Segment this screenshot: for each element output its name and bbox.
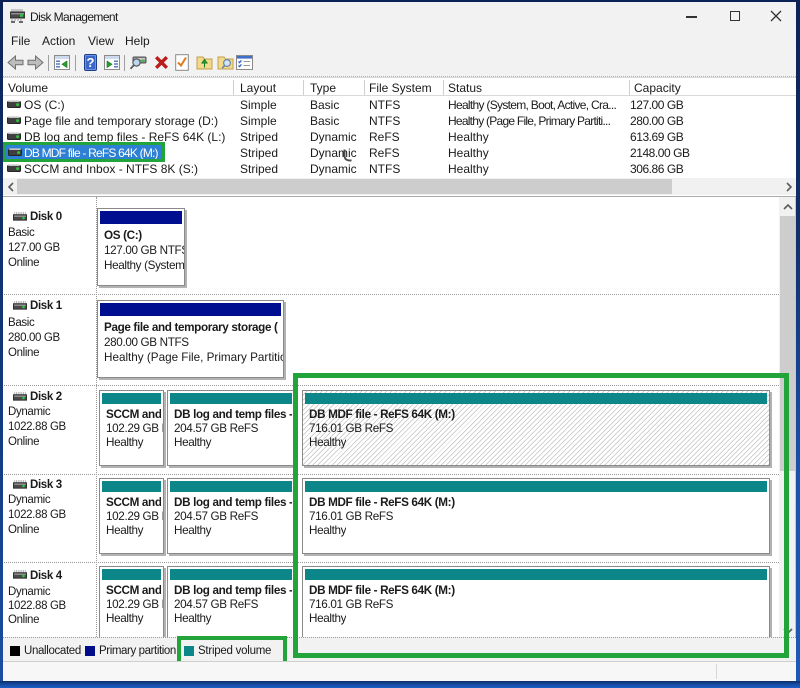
svg-text:?: ? (87, 55, 95, 70)
